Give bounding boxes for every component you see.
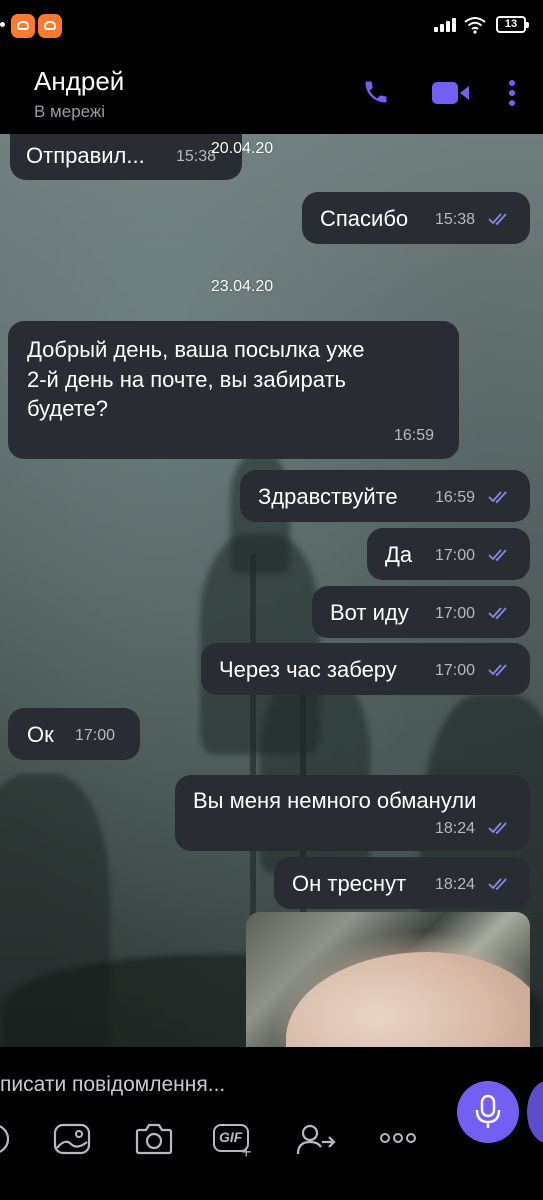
message-time: 17:00 <box>435 662 476 679</box>
message-text: Вы меня немного обманули <box>193 788 477 813</box>
contact-name[interactable]: Андрей <box>34 66 124 97</box>
message-text-line: будете? <box>27 396 109 421</box>
photo-message[interactable] <box>246 912 530 1047</box>
read-receipt-icon <box>488 878 507 891</box>
wifi-icon <box>464 17 486 34</box>
message-bubble-incoming[interactable]: Добрый день, ваша посылка уже 2-й день н… <box>8 321 459 459</box>
message-time: 17:00 <box>435 547 476 564</box>
date-separator: 20.04.20 <box>210 140 274 157</box>
read-receipt-icon <box>488 491 507 504</box>
more-vertical-icon[interactable] <box>506 78 518 108</box>
message-text: Ок <box>27 722 54 747</box>
more-horizontal-icon[interactable] <box>380 1132 416 1144</box>
message-time: 17:00 <box>75 727 116 744</box>
message-text: Спасибо <box>320 206 409 231</box>
message-text-line: 2-й день на почте, вы забирать <box>27 367 347 392</box>
voice-message-button[interactable] <box>457 1081 519 1143</box>
message-bubble-outgoing[interactable]: Через час заберу 17:00 <box>201 643 530 695</box>
message-time: 18:24 <box>435 876 476 893</box>
chat-header: Андрей В мережі <box>0 52 543 134</box>
read-receipt-icon <box>488 213 507 226</box>
message-text: Отправил... <box>26 143 145 168</box>
date-separator: 23.04.20 <box>210 278 274 295</box>
video-camera-icon[interactable] <box>431 80 471 106</box>
camera-icon[interactable] <box>135 1121 173 1155</box>
message-time: 16:59 <box>394 427 435 444</box>
message-time: 15:38 <box>435 211 476 228</box>
message-text: Здравствуйте <box>258 484 398 509</box>
signal-icon <box>434 18 458 32</box>
message-bubble-incoming[interactable]: Ок 17:00 <box>8 708 140 760</box>
read-receipt-icon <box>488 549 507 562</box>
message-bubble-outgoing[interactable]: Он треснут 18:24 <box>274 857 530 909</box>
message-time: 18:24 <box>435 820 476 837</box>
chat-message-list[interactable]: Отправил... 15:38 20.04.20 Спасибо 15:38… <box>0 134 543 1047</box>
message-bubble-outgoing[interactable]: Вот иду 17:00 <box>312 586 530 638</box>
image-icon[interactable] <box>53 1122 91 1156</box>
notification-dot-icon <box>0 22 5 27</box>
message-input[interactable]: писати повідомлення... <box>0 1073 225 1097</box>
app-notification-icon <box>11 14 35 38</box>
message-time: 16:59 <box>435 489 476 506</box>
plus-icon: + <box>241 1142 252 1162</box>
microphone-icon <box>475 1094 501 1128</box>
message-text: Он треснут <box>292 871 407 896</box>
app-notification-icon <box>38 14 62 38</box>
message-time: 17:00 <box>435 605 476 622</box>
message-text: Да <box>385 542 413 567</box>
message-text: Вот иду <box>330 600 409 625</box>
message-bubble-outgoing[interactable]: Да 17:00 <box>367 528 530 580</box>
gif-button[interactable]: GIF + <box>213 1124 255 1162</box>
message-text: Через час заберу <box>219 657 397 682</box>
read-receipt-icon <box>488 822 507 835</box>
contact-status: В мережі <box>34 102 106 121</box>
message-bubble-outgoing[interactable]: Здравствуйте 16:59 <box>240 470 530 522</box>
gif-icon: GIF <box>219 1129 243 1145</box>
message-text-line: Добрый день, ваша посылка уже <box>27 337 365 362</box>
sticker-icon[interactable] <box>0 1122 12 1156</box>
share-contact-icon[interactable] <box>296 1122 338 1156</box>
read-receipt-icon <box>488 664 507 677</box>
message-bubble-outgoing[interactable]: Спасибо 15:38 <box>302 192 530 244</box>
read-receipt-icon <box>488 607 507 620</box>
battery-indicator: 13 <box>496 16 529 33</box>
phone-icon[interactable] <box>362 78 390 106</box>
status-bar: 13 <box>0 0 543 52</box>
message-bubble-outgoing[interactable]: Вы меня немного обманули 18:24 <box>175 775 530 851</box>
